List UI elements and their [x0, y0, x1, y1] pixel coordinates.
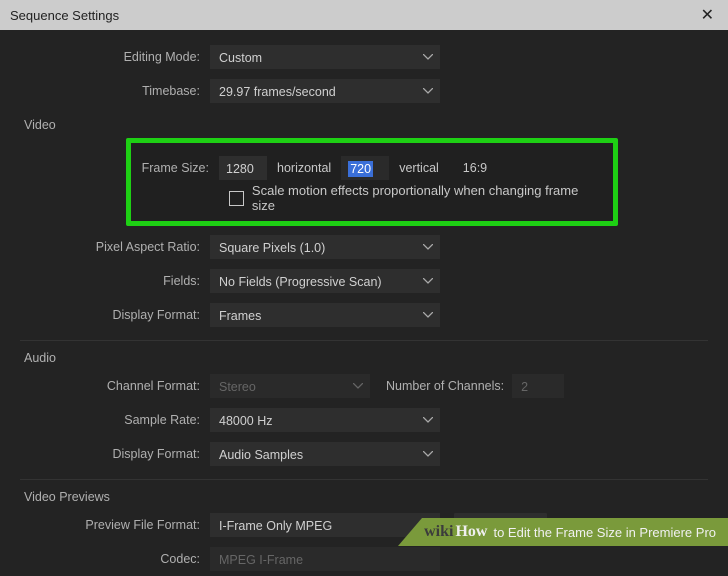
display-format-audio-label: Display Format:	[10, 447, 210, 461]
num-channels-label: Number of Channels:	[386, 379, 504, 393]
frame-size-highlight: Frame Size: 1280 horizontal 720 vertical…	[126, 138, 618, 226]
frame-size-row: Frame Size: 1280 horizontal 720 vertical…	[141, 153, 603, 183]
channel-format-select: Stereo	[210, 374, 370, 398]
wikihow-logo-wiki: wiki	[424, 523, 453, 541]
codec-label: Codec:	[10, 552, 210, 566]
display-format-audio-select[interactable]: Audio Samples	[210, 442, 440, 466]
sample-rate-select[interactable]: 48000 Hz	[210, 408, 440, 432]
preview-file-format-label: Preview File Format:	[10, 518, 210, 532]
editing-mode-value: Custom	[219, 51, 262, 65]
scale-motion-row: Scale motion effects proportionally when…	[141, 183, 603, 213]
section-video: Video	[24, 118, 718, 132]
scale-motion-checkbox[interactable]	[229, 191, 244, 206]
pixel-aspect-select[interactable]: Square Pixels (1.0)	[210, 235, 440, 259]
sample-rate-label: Sample Rate:	[10, 413, 210, 427]
timebase-select[interactable]: 29.97 frames/second	[210, 79, 440, 103]
chevron-down-icon	[423, 244, 433, 250]
timebase-row: Timebase: 29.97 frames/second	[10, 74, 718, 108]
divider	[20, 479, 708, 480]
chevron-down-icon	[423, 312, 433, 318]
wikihow-banner: wiki How to Edit the Frame Size in Premi…	[398, 518, 728, 546]
fields-row: Fields: No Fields (Progressive Scan)	[10, 264, 718, 298]
dialog-content: Editing Mode: Custom Timebase: 29.97 fra…	[0, 30, 728, 576]
num-channels-select: 2	[512, 374, 564, 398]
preview-file-format-value: I-Frame Only MPEG	[219, 519, 332, 533]
window-title: Sequence Settings	[10, 8, 697, 23]
codec-row: Codec: MPEG I-Frame	[10, 542, 718, 576]
wikihow-caption: to Edit the Frame Size in Premiere Pro	[493, 525, 716, 540]
codec-value: MPEG I-Frame	[219, 553, 303, 567]
display-format-audio-value: Audio Samples	[219, 448, 303, 462]
title-bar: Sequence Settings ✕	[0, 0, 728, 30]
channel-format-value: Stereo	[219, 380, 256, 394]
editing-mode-row: Editing Mode: Custom	[10, 40, 718, 74]
frame-height-input[interactable]: 720	[341, 156, 389, 180]
pixel-aspect-row: Pixel Aspect Ratio: Square Pixels (1.0)	[10, 230, 718, 264]
chevron-down-icon	[353, 383, 363, 389]
channel-format-row: Channel Format: Stereo Number of Channel…	[10, 369, 718, 403]
editing-mode-select[interactable]: Custom	[210, 45, 440, 69]
scale-motion-label: Scale motion effects proportionally when…	[252, 183, 603, 213]
chevron-down-icon	[423, 54, 433, 60]
display-format-video-value: Frames	[219, 309, 261, 323]
section-video-previews: Video Previews	[24, 490, 718, 504]
pixel-aspect-value: Square Pixels (1.0)	[219, 241, 325, 255]
fields-select[interactable]: No Fields (Progressive Scan)	[210, 269, 440, 293]
sample-rate-row: Sample Rate: 48000 Hz	[10, 403, 718, 437]
chevron-down-icon	[423, 417, 433, 423]
chevron-down-icon	[423, 88, 433, 94]
frame-width-input[interactable]: 1280	[219, 156, 267, 180]
banner-bar: wiki How to Edit the Frame Size in Premi…	[422, 518, 728, 546]
num-channels-value: 2	[521, 380, 528, 394]
aspect-ratio-label: 16:9	[463, 161, 487, 175]
timebase-value: 29.97 frames/second	[219, 85, 336, 99]
display-format-video-label: Display Format:	[10, 308, 210, 322]
display-format-video-select[interactable]: Frames	[210, 303, 440, 327]
sample-rate-value: 48000 Hz	[219, 414, 273, 428]
fields-label: Fields:	[10, 274, 210, 288]
vertical-label: vertical	[399, 161, 439, 175]
display-format-video-row: Display Format: Frames	[10, 298, 718, 332]
banner-slant	[398, 518, 422, 546]
display-format-audio-row: Display Format: Audio Samples	[10, 437, 718, 471]
timebase-label: Timebase:	[10, 84, 210, 98]
editing-mode-label: Editing Mode:	[10, 50, 210, 64]
chevron-down-icon	[423, 278, 433, 284]
horizontal-label: horizontal	[277, 161, 331, 175]
fields-value: No Fields (Progressive Scan)	[219, 275, 382, 289]
divider	[20, 340, 708, 341]
wikihow-logo-how: How	[455, 523, 487, 541]
pixel-aspect-label: Pixel Aspect Ratio:	[10, 240, 210, 254]
section-audio: Audio	[24, 351, 718, 365]
chevron-down-icon	[423, 451, 433, 457]
close-icon[interactable]: ✕	[697, 3, 718, 27]
frame-size-label: Frame Size:	[141, 161, 219, 175]
channel-format-label: Channel Format:	[10, 379, 210, 393]
codec-select: MPEG I-Frame	[210, 547, 440, 571]
